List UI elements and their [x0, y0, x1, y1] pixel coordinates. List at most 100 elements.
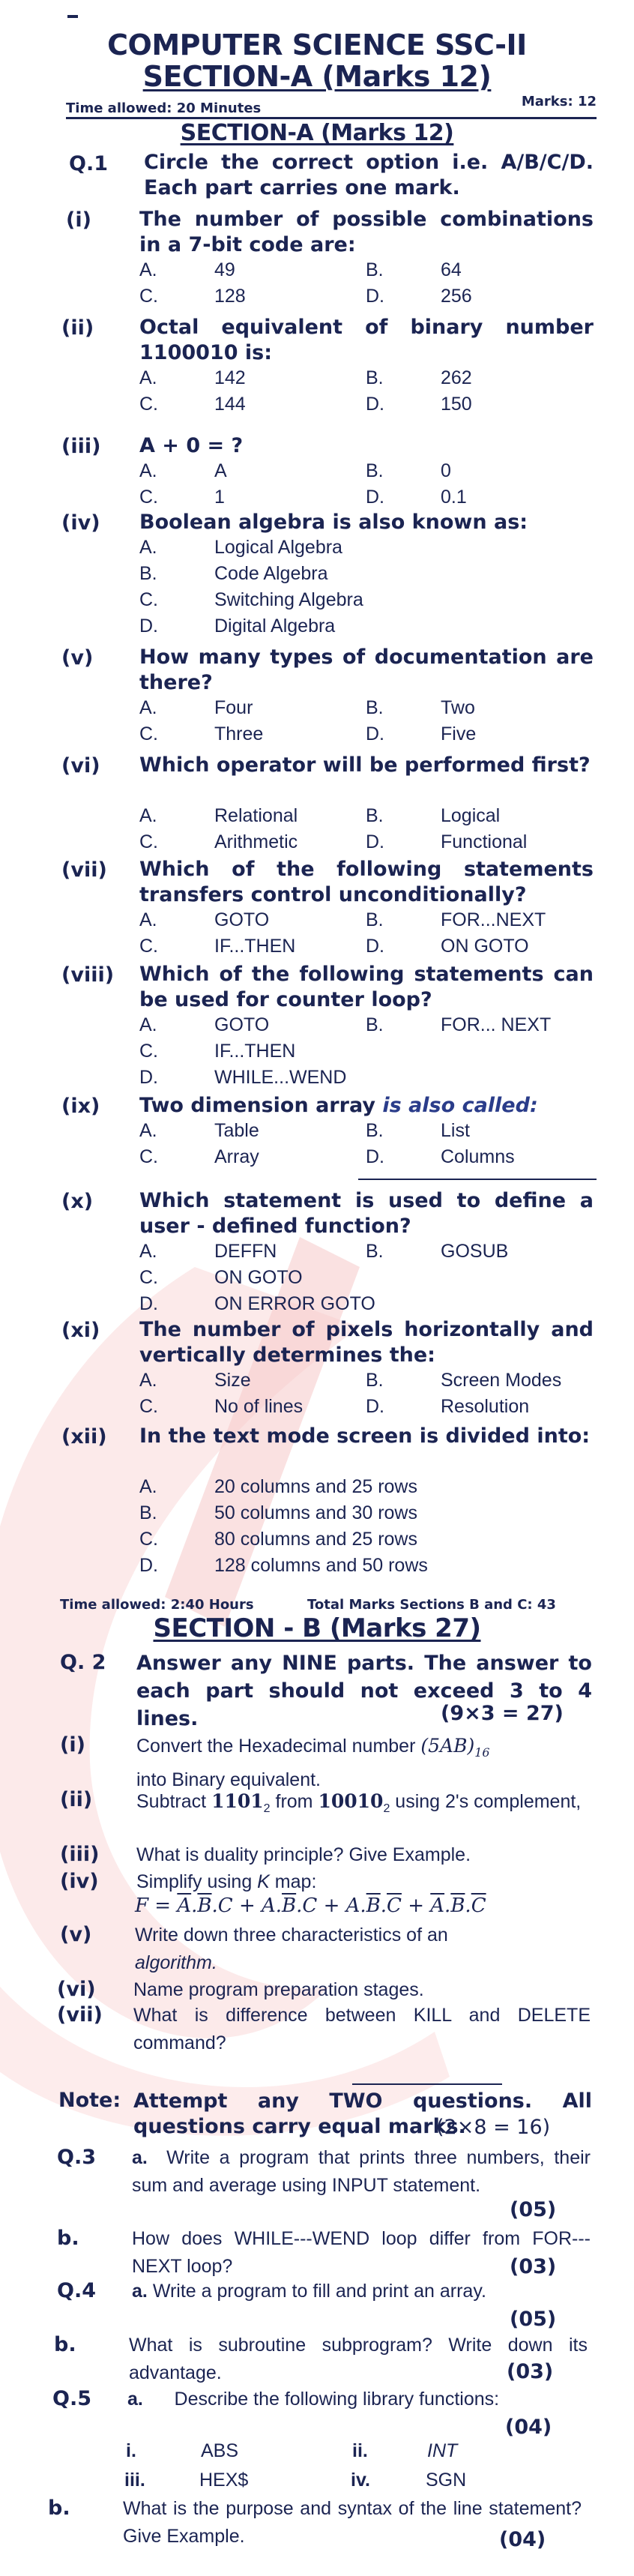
option-letter: B. [366, 367, 384, 388]
option-text[interactable]: Digital Algebra [214, 616, 335, 637]
q5a-item: HEX$ [199, 2470, 249, 2491]
option-text[interactable]: 262 [441, 367, 472, 389]
option-text[interactable]: 49 [214, 259, 235, 281]
option-letter: B. [139, 563, 157, 584]
option-text[interactable]: Array [214, 1146, 259, 1168]
option-letter: A. [139, 259, 157, 280]
mcq-question: Which statement is used to define a user… [139, 1189, 594, 1238]
option-text[interactable]: Table [214, 1120, 259, 1142]
option-text[interactable]: 80 columns and 25 rows [214, 1529, 417, 1550]
option-letter: D. [366, 487, 384, 508]
subject-title: COMPUTER SCIENCE SSC-II [107, 28, 527, 61]
option-text[interactable]: FOR...NEXT [441, 909, 546, 931]
option-text[interactable]: Code Algebra [214, 563, 328, 585]
option-letter: A. [139, 1120, 157, 1141]
option-text[interactable]: 0.1 [441, 487, 467, 508]
option-letter: B. [366, 697, 384, 718]
mcq-question: A + 0 = ? [139, 434, 244, 457]
mcq-number: (iv) [61, 511, 100, 535]
option-letter: D. [366, 1396, 384, 1417]
mcq-number: (xii) [61, 1425, 107, 1448]
option-text[interactable]: Screen Modes [441, 1370, 561, 1391]
option-text[interactable]: 50 columns and 30 rows [214, 1502, 417, 1524]
option-letter: D. [366, 1146, 384, 1167]
option-text[interactable]: 144 [214, 394, 246, 415]
option-text[interactable]: No of lines [214, 1396, 303, 1418]
option-text[interactable]: DEFFN [214, 1241, 277, 1263]
option-text[interactable]: 256 [441, 286, 472, 307]
option-text[interactable]: ON GOTO [441, 936, 529, 957]
option-letter: D. [139, 616, 158, 637]
option-letter: C. [139, 1041, 158, 1062]
option-text[interactable]: Relational [214, 805, 298, 827]
option-text[interactable]: GOTO [214, 909, 269, 931]
q4b-label: b. [54, 2333, 76, 2356]
option-text[interactable]: ON GOTO [214, 1267, 303, 1289]
section-a-subheading: SECTION-A (Marks 12) [180, 120, 454, 146]
option-letter: C. [139, 831, 158, 852]
mcq-number: (x) [61, 1190, 94, 1213]
option-text[interactable]: A [214, 460, 227, 482]
option-letter: D. [366, 831, 384, 852]
mcq-number: (i) [66, 208, 91, 232]
option-letter: B. [366, 1120, 384, 1141]
option-letter: C. [139, 589, 158, 610]
divider-line [358, 1179, 597, 1180]
option-text[interactable]: GOSUB [441, 1241, 508, 1263]
option-text[interactable]: Three [214, 723, 263, 745]
option-letter: B. [366, 909, 384, 930]
mcq-number: (xi) [61, 1319, 100, 1342]
q2-part-num: (i) [60, 1733, 85, 1757]
option-text[interactable]: Resolution [441, 1396, 529, 1418]
q2-part-num: (v) [60, 1923, 92, 1946]
option-text[interactable]: 150 [441, 394, 472, 415]
total-marks-bc: Total Marks Sections B and C: 43 [307, 1597, 556, 1613]
option-text[interactable]: Functional [441, 831, 527, 853]
option-letter: C. [139, 1146, 158, 1167]
option-text[interactable]: 0 [441, 460, 451, 482]
q5a-item-num: i. [126, 2440, 136, 2461]
q3b-label: b. [57, 2227, 79, 2250]
option-text[interactable]: Size [214, 1370, 251, 1391]
option-letter: D. [366, 286, 384, 307]
mcq-question: Which of the following statements transf… [139, 858, 594, 906]
q2-part-text: Convert the Hexadecimal number (5AB)16 i… [136, 1735, 490, 1790]
option-text[interactable]: 20 columns and 25 rows [214, 1476, 417, 1498]
option-letter: A. [139, 909, 157, 930]
q5a-item-num: ii. [352, 2440, 368, 2461]
option-text[interactable]: Switching Algebra [214, 589, 363, 611]
mcq-number: (viii) [61, 963, 115, 987]
option-text[interactable]: Four [214, 697, 253, 719]
option-text[interactable]: GOTO [214, 1014, 269, 1036]
option-text[interactable]: IF...THEN [214, 1041, 295, 1062]
option-letter: D. [139, 1067, 158, 1088]
option-text[interactable]: ON ERROR GOTO [214, 1293, 375, 1315]
note-marks: (2×8 = 16) [436, 2116, 551, 2139]
option-text[interactable]: Two [441, 697, 475, 719]
q4-label: Q.4 [57, 2279, 96, 2302]
option-text[interactable]: Arithmetic [214, 831, 298, 853]
q5a-item-num: iii. [124, 2470, 145, 2491]
option-text[interactable]: List [441, 1120, 470, 1142]
option-text[interactable]: IF...THEN [214, 936, 295, 957]
option-text[interactable]: 128 [214, 286, 246, 307]
q2-part-num: (ii) [60, 1788, 93, 1811]
q2-part-text: Name program preparation stages. [133, 1979, 424, 2000]
q2-part-text: What is duality principle? Give Example. [136, 1844, 471, 1865]
option-text[interactable]: 142 [214, 367, 246, 389]
option-letter: C. [139, 487, 158, 508]
option-letter: B. [366, 259, 384, 280]
marks-total: Marks: 12 [521, 94, 597, 109]
option-text[interactable]: WHILE...WEND [214, 1067, 346, 1089]
option-text[interactable]: Columns [441, 1146, 515, 1168]
option-text[interactable]: 1 [214, 487, 225, 508]
q5a-marks: (04) [505, 2416, 552, 2439]
mcq-number: (vii) [61, 858, 107, 882]
option-text[interactable]: Logical [441, 805, 500, 827]
option-text[interactable]: Five [441, 723, 476, 745]
option-text[interactable]: 128 columns and 50 rows [214, 1555, 428, 1577]
mcq-number: (v) [61, 646, 94, 669]
option-text[interactable]: Logical Algebra [214, 537, 342, 559]
option-text[interactable]: 64 [441, 259, 462, 281]
option-text[interactable]: FOR... NEXT [441, 1014, 551, 1036]
